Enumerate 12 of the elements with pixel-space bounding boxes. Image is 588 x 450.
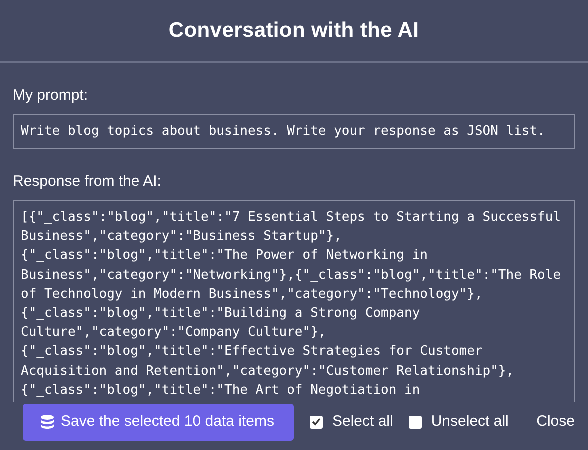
database-icon <box>41 414 54 430</box>
dialog-title: Conversation with the AI <box>168 18 420 44</box>
field-label: Response from the AI: <box>13 173 162 191</box>
save-button[interactable]: Save the selected 10 data items <box>23 404 294 440</box>
prompt-field[interactable]: Write blog topics about business. Write your response as JSON list. <box>13 114 575 149</box>
checkbox-label[interactable]: Unselect all <box>431 410 509 434</box>
checkbox[interactable] <box>409 416 422 428</box>
checkbox[interactable] <box>310 416 324 428</box>
checkbox-label[interactable]: Select all <box>332 410 394 434</box>
close-button[interactable]: Close <box>536 410 575 434</box>
field-label: My prompt: <box>13 87 90 105</box>
response-field[interactable]: [{"_class":"blog","title":"7 Essential Steps to Starting a Successful Business","category":"Business Startup"}, {"_class":"blog","title":"The Power of Networking in Business","category":"Networking"},{"_class":"blog","title":"The Role of Technology in Modern Business","category":"Technology"}, {"_class":"blog","title":"Building a Strong Company Culture","category":"Company Culture"}, {"_class":"blog","title":"Effective Strategies for Customer Acquisition and Retention","category":"Customer Relationship"}, {"_class":"blog","title":"The Art of Negotiation in <box>13 200 575 402</box>
